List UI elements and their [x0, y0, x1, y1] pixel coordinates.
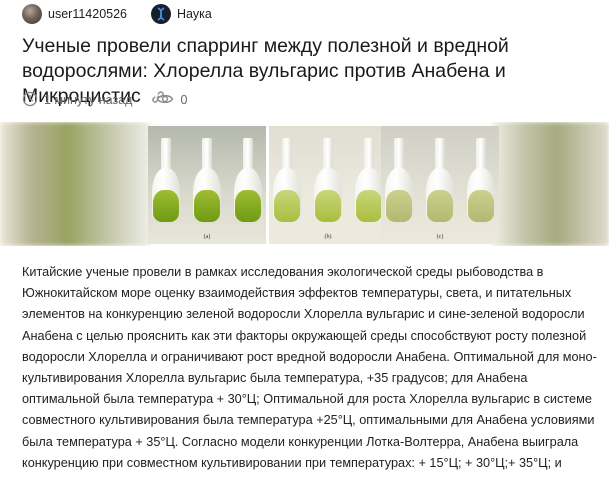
photo-panel-b: (b): [269, 126, 387, 244]
flask: [152, 138, 180, 222]
panel-caption: (c): [436, 234, 444, 240]
panel-caption: (a): [203, 234, 211, 240]
flask: [467, 138, 495, 222]
science-community-icon[interactable]: [151, 4, 172, 24]
view-count: 0: [180, 93, 188, 107]
post-time: 1 минуту назад: [44, 93, 133, 107]
post-body: Китайские ученые провели в рамках исслед…: [22, 265, 597, 470]
flask: [355, 138, 383, 222]
flask: [273, 138, 301, 222]
community-name[interactable]: Наука: [177, 7, 212, 21]
flask: [385, 138, 413, 222]
flask: [426, 138, 454, 222]
post-meta-row: user11420526 Наука: [22, 2, 212, 26]
panel-caption: (b): [324, 234, 332, 240]
flask: [234, 138, 262, 222]
photo-panel-a: (a): [148, 126, 266, 244]
flask: [314, 138, 342, 222]
post-stats: 1 минуту назад 0: [22, 89, 187, 111]
clock-icon: [22, 91, 38, 110]
image-blur-right: [492, 122, 609, 246]
image-blur-left: [0, 122, 150, 246]
author-name[interactable]: user11420526: [48, 7, 127, 21]
user-avatar[interactable]: [22, 4, 42, 24]
post-image[interactable]: (a) (b) (c): [0, 122, 609, 246]
flask: [193, 138, 221, 222]
eye-icon: [156, 92, 174, 109]
photo-panel-c: (c): [381, 126, 499, 244]
